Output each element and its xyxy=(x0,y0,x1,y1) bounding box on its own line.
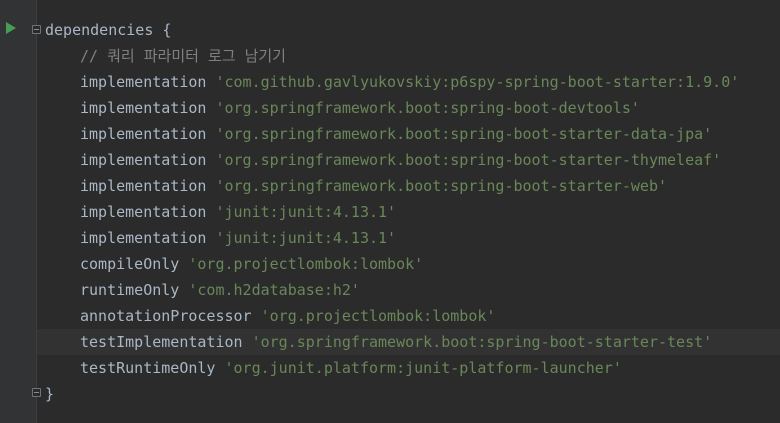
dependency-artifact: 'junit:junit:4.13.1' xyxy=(215,229,397,247)
dependency-config: implementation xyxy=(80,229,207,247)
fold-open-icon[interactable] xyxy=(32,25,41,34)
code-line-dependency: implementation 'junit:junit:4.13.1' xyxy=(45,199,780,225)
dependency-artifact: 'org.springframework.boot:spring-boot-st… xyxy=(215,151,722,169)
dependency-config: testImplementation xyxy=(80,333,243,351)
comment-text: // 쿼리 파라미터 로그 남기기 xyxy=(80,47,286,65)
dependency-artifact: 'org.projectlombok:lombok' xyxy=(260,307,496,325)
dependency-config: implementation xyxy=(80,99,207,117)
dependency-config: testRuntimeOnly xyxy=(80,359,216,377)
dependency-artifact: 'junit:junit:4.13.1' xyxy=(215,203,397,221)
dependency-config: annotationProcessor xyxy=(80,307,252,325)
code-line-block-open: dependencies { xyxy=(45,17,780,43)
block-close-text: } xyxy=(45,385,55,403)
dependency-config: implementation xyxy=(80,73,207,91)
dependency-config: implementation xyxy=(80,177,207,195)
code-line-block-close: } xyxy=(45,381,780,407)
code-line-dependency: implementation 'org.springframework.boot… xyxy=(45,121,780,147)
code-area[interactable]: dependencies { // 쿼리 파라미터 로그 남기기 impleme… xyxy=(37,17,780,407)
dependency-artifact: 'org.springframework.boot:spring-boot-st… xyxy=(251,333,713,351)
dependency-artifact: 'org.junit.platform:junit-platform-launc… xyxy=(224,359,622,377)
dependency-config: implementation xyxy=(80,203,207,221)
dependency-config: implementation xyxy=(80,125,207,143)
code-line-current: testImplementation 'org.springframework.… xyxy=(37,329,780,355)
dependency-config: runtimeOnly xyxy=(80,281,180,299)
dependency-artifact: 'org.springframework.boot:spring-boot-st… xyxy=(215,125,713,143)
run-gutter-icon[interactable] xyxy=(6,22,16,34)
code-line-dependency: implementation 'org.springframework.boot… xyxy=(45,95,780,121)
code-line-dependency: runtimeOnly 'com.h2database:h2' xyxy=(45,277,780,303)
block-open-text: dependencies { xyxy=(45,21,172,39)
code-line-dependency: implementation 'junit:junit:4.13.1' xyxy=(45,225,780,251)
fold-close-icon[interactable] xyxy=(32,388,41,397)
code-line-dependency: compileOnly 'org.projectlombok:lombok' xyxy=(45,251,780,277)
code-line-dependency: implementation 'com.github.gavlyukovskiy… xyxy=(45,69,780,95)
editor-gutter xyxy=(0,0,37,423)
dependency-artifact: 'org.projectlombok:lombok' xyxy=(188,255,424,273)
code-line-dependency: implementation 'org.springframework.boot… xyxy=(45,147,780,173)
dependency-artifact: 'org.springframework.boot:spring-boot-de… xyxy=(215,99,640,117)
code-line-dependency: testRuntimeOnly 'org.junit.platform:juni… xyxy=(45,355,780,381)
code-line-dependency: implementation 'org.springframework.boot… xyxy=(45,173,780,199)
code-line-comment: // 쿼리 파라미터 로그 남기기 xyxy=(45,43,780,69)
dependency-config: compileOnly xyxy=(80,255,180,273)
code-editor[interactable]: dependencies { // 쿼리 파라미터 로그 남기기 impleme… xyxy=(0,0,780,423)
dependency-artifact: 'com.h2database:h2' xyxy=(188,281,360,299)
dependency-config: implementation xyxy=(80,151,207,169)
dependency-artifact: 'com.github.gavlyukovskiy:p6spy-spring-b… xyxy=(215,73,740,91)
code-line-dependency: annotationProcessor 'org.projectlombok:l… xyxy=(45,303,780,329)
dependency-artifact: 'org.springframework.boot:spring-boot-st… xyxy=(215,177,668,195)
